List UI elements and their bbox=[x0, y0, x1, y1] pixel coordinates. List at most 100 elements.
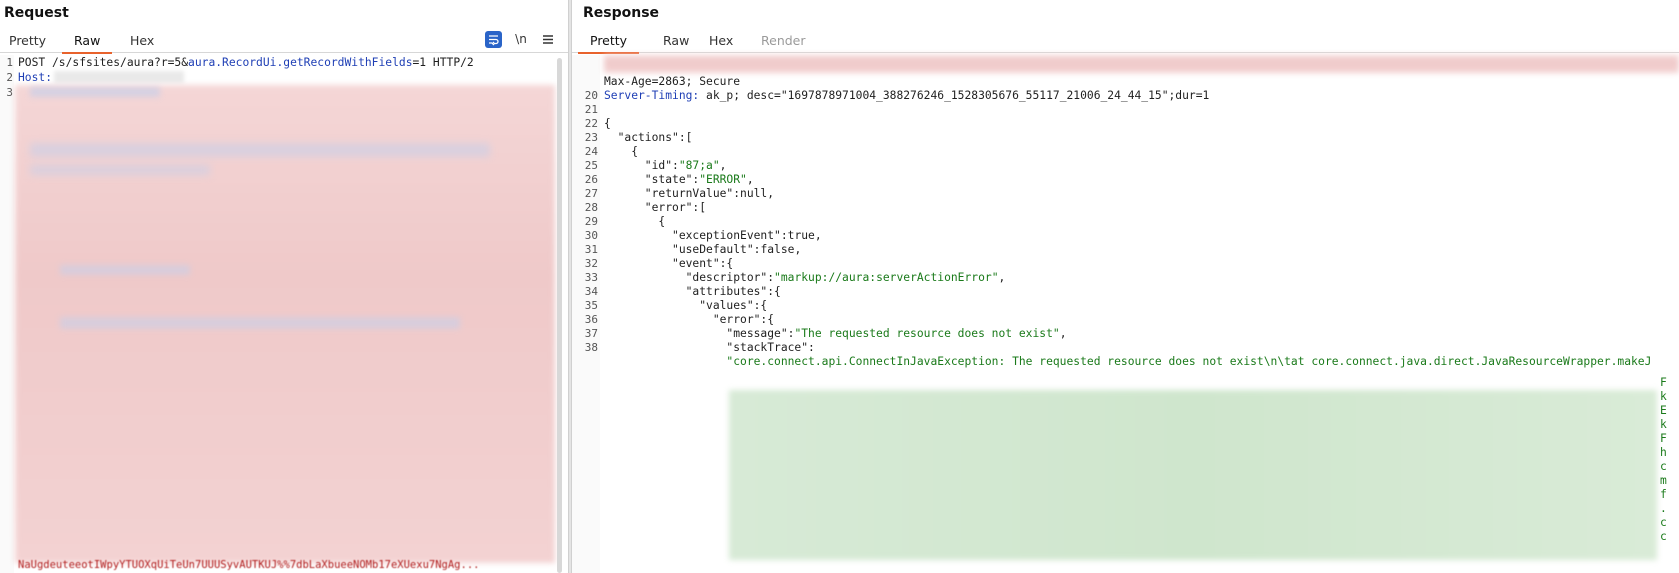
code-token: "ERROR" bbox=[699, 173, 747, 186]
code-token: "core.connect.api.ConnectInJavaException… bbox=[604, 355, 1652, 368]
stack-trace-char: F bbox=[1660, 432, 1667, 445]
request-tab-pretty[interactable]: Pretty bbox=[0, 33, 58, 52]
code-token: "returnValue": bbox=[604, 187, 741, 200]
response-code-line: "exceptionEvent":true, bbox=[604, 229, 822, 242]
code-token: "descriptor": bbox=[604, 271, 775, 284]
line-number: 30 bbox=[584, 229, 598, 242]
response-editor[interactable]: Max-Age=2863; Secure 20 Server-Timing: ak_… bbox=[572, 55, 1679, 573]
response-tab-raw[interactable]: Raw bbox=[651, 33, 701, 52]
stack-trace-char: k bbox=[1660, 390, 1667, 403]
code-token: "attributes":{ bbox=[604, 285, 781, 298]
stack-trace-char: k bbox=[1660, 418, 1667, 431]
redacted-blue-fragment bbox=[60, 265, 190, 275]
line-number: 31 bbox=[584, 243, 598, 256]
code-token: , bbox=[998, 271, 1006, 284]
request-editor[interactable]: 1 2 3 POST /s/sfsites/aura?r=5&aura.Reco… bbox=[0, 55, 568, 573]
request-tab-hex[interactable]: Hex bbox=[118, 33, 166, 52]
response-code-line: "returnValue":null, bbox=[604, 187, 774, 200]
response-tabs: Pretty Raw Hex Render bbox=[572, 30, 1679, 54]
code-token: "markup://aura:serverActionError" bbox=[774, 271, 999, 284]
redacted-blue-fragment bbox=[30, 165, 210, 175]
response-code-line: { bbox=[604, 215, 665, 228]
code-token: , bbox=[1059, 327, 1067, 340]
code-token: true bbox=[787, 229, 815, 242]
response-tab-pretty[interactable]: Pretty bbox=[578, 33, 640, 54]
response-code-line: "id":"87;a", bbox=[604, 159, 727, 172]
response-code-line: { bbox=[604, 117, 611, 130]
code-token: "values":{ bbox=[604, 299, 768, 312]
request-param-name: aura.RecordUi.getRecordWithFields bbox=[188, 56, 413, 69]
stack-trace-char: c bbox=[1660, 530, 1667, 543]
redacted-host bbox=[54, 71, 184, 83]
wrap-lines-toggle[interactable] bbox=[485, 31, 502, 48]
redacted-blue-fragment bbox=[30, 87, 160, 97]
code-token: "state": bbox=[604, 173, 700, 186]
stack-trace-char: h bbox=[1660, 446, 1667, 459]
code-token: { bbox=[604, 215, 666, 228]
line-number: 33 bbox=[584, 271, 598, 284]
response-code-line: "message":"The requested resource does n… bbox=[604, 327, 1067, 340]
response-code-line: "useDefault":false, bbox=[604, 243, 801, 256]
show-newlines-button[interactable]: \n bbox=[512, 31, 530, 48]
code-token: Server-Timing: bbox=[604, 89, 700, 102]
stack-trace-char: . bbox=[1660, 502, 1667, 515]
response-pane: Response Pretty Raw Hex Render Max-Age=2… bbox=[572, 0, 1679, 573]
code-token: , bbox=[746, 173, 754, 186]
request-tabs: Pretty Raw Hex bbox=[0, 30, 568, 54]
request-tab-raw[interactable]: Raw bbox=[62, 33, 113, 54]
line-number: 22 bbox=[584, 117, 598, 130]
response-code-line: { bbox=[604, 145, 638, 158]
redacted-blue-fragment bbox=[30, 143, 490, 157]
line-number: 37 bbox=[584, 327, 598, 340]
line-number: 20 bbox=[584, 89, 598, 102]
request-line-1: POST /s/sfsites/aura?r=5&aura.RecordUi.g… bbox=[18, 56, 474, 69]
response-code-line: "descriptor":"markup://aura:serverAction… bbox=[604, 271, 1006, 284]
request-gutter bbox=[0, 55, 14, 573]
redacted-stack-trace bbox=[729, 390, 1657, 560]
stack-trace-char: F bbox=[1660, 376, 1667, 389]
code-token: , bbox=[814, 229, 822, 242]
stack-trace-char: E bbox=[1660, 404, 1667, 417]
line-number: 26 bbox=[584, 173, 598, 186]
code-token: { bbox=[604, 117, 611, 130]
response-code-line: "actions":[ bbox=[604, 131, 693, 144]
line-number: 32 bbox=[584, 257, 598, 270]
wrap-lines-icon bbox=[489, 35, 499, 46]
line-number: 25 bbox=[584, 159, 598, 172]
response-tab-hex[interactable]: Hex bbox=[697, 33, 745, 52]
response-code-line: "core.connect.api.ConnectInJavaException… bbox=[604, 355, 1651, 368]
response-code-line: "stackTrace": bbox=[604, 341, 815, 354]
line-number: 34 bbox=[584, 285, 598, 298]
redacted-blue-fragment bbox=[60, 317, 460, 329]
code-token: , bbox=[767, 187, 775, 200]
code-token: "actions":[ bbox=[604, 131, 693, 144]
code-token: "exceptionEvent": bbox=[604, 229, 788, 242]
code-token: "id": bbox=[604, 159, 679, 172]
code-token: "message": bbox=[604, 327, 795, 340]
response-code-line: Server-Timing: ak_p; desc="1697878971004… bbox=[604, 89, 1209, 102]
code-token: "stackTrace": bbox=[604, 341, 815, 354]
menu-icon[interactable] bbox=[540, 31, 556, 48]
request-scrollbar[interactable] bbox=[557, 58, 562, 573]
code-token: ak_p; desc="1697878971004_388276246_1528… bbox=[699, 89, 1210, 102]
code-token: false bbox=[760, 243, 795, 256]
response-code-line: "state":"ERROR", bbox=[604, 173, 754, 186]
request-title: Request bbox=[4, 5, 69, 21]
stack-trace-char: c bbox=[1660, 516, 1667, 529]
code-token: "The requested resource does not exist" bbox=[794, 327, 1060, 340]
response-code-line: "values":{ bbox=[604, 299, 767, 312]
hamburger-menu-icon bbox=[543, 35, 553, 44]
code-token: "error":{ bbox=[604, 313, 775, 326]
code-token: "error":[ bbox=[604, 201, 707, 214]
request-line-path: POST /s/sfsites/aura?r=5& bbox=[18, 56, 189, 69]
code-token: "useDefault": bbox=[604, 243, 761, 256]
line-number: 1 bbox=[6, 56, 13, 69]
response-code-line: "event":{ bbox=[604, 257, 733, 270]
line-number: 2 bbox=[6, 71, 13, 84]
request-host-header: Host: bbox=[18, 71, 53, 84]
line-number: 28 bbox=[584, 201, 598, 214]
line-number: 21 bbox=[584, 103, 598, 116]
stack-trace-char: c bbox=[1660, 460, 1667, 473]
stack-trace-char: f bbox=[1660, 488, 1667, 501]
response-code-line: "error":{ bbox=[604, 313, 774, 326]
